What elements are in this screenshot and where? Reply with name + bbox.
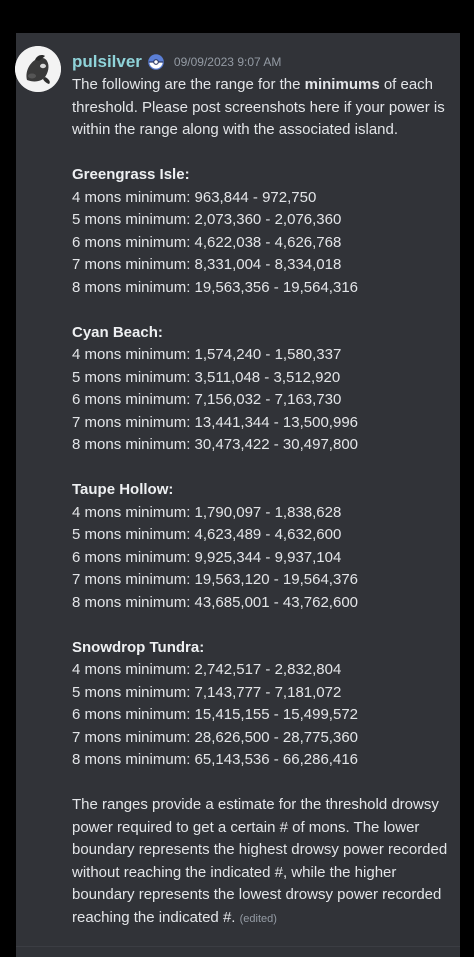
range-line: 5 mons minimum: 4,623,489 - 4,632,600 [72,526,342,543]
range-line: 7 mons minimum: 28,626,500 - 28,775,360 [72,728,359,746]
avatar[interactable] [15,46,61,92]
range-line: 6 mons minimum: 7,156,032 - 7,163,730 [72,391,342,408]
range-line: 8 mons minimum: 19,563,356 - 19,564,316 [72,278,359,296]
divider [16,946,460,947]
intro-text: The following are the range for the mini… [72,74,458,142]
top-status-bar [0,0,474,33]
pokeball-icon[interactable] [148,54,164,70]
range-line: 5 mons minimum: 7,143,777 - 7,181,072 [72,683,342,701]
section-title: Taupe Hollow: [72,481,174,498]
message-content: The following are the range for the mini… [72,74,458,930]
section-title: Greengrass Isle: [72,166,190,183]
section-snowdrop-tundra: Snowdrop Tundra: 4 mons minimum: 2,742,5… [72,637,458,772]
section-greengrass: Greengrass Isle: 4 mons minimum: 963,844… [72,164,458,299]
username[interactable]: pulsilver [72,52,142,72]
range-line: 8 mons minimum: 43,685,001 - 43,762,600 [72,593,359,611]
range-line: 6 mons minimum: 9,925,344 - 9,937,104 [72,548,342,566]
range-line: 7 mons minimum: 13,441,344 - 13,500,996 [72,413,359,431]
intro-part: The following are the range for the [72,76,305,93]
range-line: 4 mons minimum: 2,742,517 - 2,832,804 [72,661,342,678]
edited-label: (edited) [239,912,277,925]
range-line: 4 mons minimum: 1,574,240 - 1,580,337 [72,346,342,363]
range-line: 5 mons minimum: 3,511,048 - 3,512,920 [72,368,341,386]
section-title: Snowdrop Tundra: [72,638,205,656]
range-line: 4 mons minimum: 963,844 - 972,750 [72,188,317,206]
avatar-image [15,46,61,92]
outro-text: The ranges provide a estimate for the th… [72,794,458,930]
intro-bold: minimums [304,76,380,93]
message-header: pulsilver 09/09/2023 9:07 AM [72,50,281,74]
section-title: Cyan Beach: [72,323,163,341]
section-taupe-hollow: Taupe Hollow: 4 mons minimum: 1,790,097 … [72,479,458,614]
range-line: 6 mons minimum: 4,622,038 - 4,626,768 [72,233,342,251]
range-line: 7 mons minimum: 19,563,120 - 19,564,376 [72,571,359,588]
outro-body: The ranges provide a estimate for the th… [72,796,448,926]
range-line: 5 mons minimum: 2,073,360 - 2,076,360 [72,211,342,228]
range-line: 8 mons minimum: 30,473,422 - 30,497,800 [72,436,359,453]
range-line: 8 mons minimum: 65,143,536 - 66,286,416 [72,751,359,768]
section-cyan-beach: Cyan Beach: 4 mons minimum: 1,574,240 - … [72,322,458,457]
range-line: 4 mons minimum: 1,790,097 - 1,838,628 [72,503,342,521]
timestamp: 09/09/2023 9:07 AM [173,55,282,69]
range-line: 7 mons minimum: 8,331,004 - 8,334,018 [72,256,342,273]
range-line: 6 mons minimum: 15,415,155 - 15,499,572 [72,706,359,723]
